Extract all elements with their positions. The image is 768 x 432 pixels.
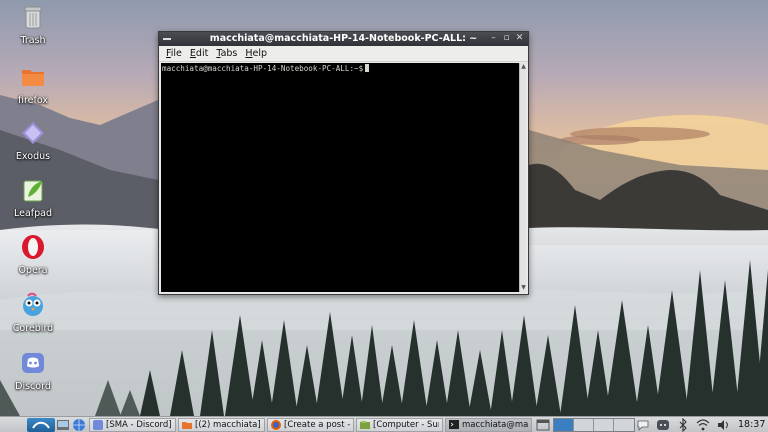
discord-icon: [22, 353, 44, 373]
volume-icon[interactable]: [716, 418, 730, 432]
desktop-icon-leafpad[interactable]: Leafpad: [3, 177, 63, 219]
desktop-icon-firefox-folder[interactable]: firefox: [3, 64, 63, 106]
taskbar-task-folder[interactable]: [(2) macchiata]: [178, 417, 265, 432]
desktop-icon-label: Opera: [18, 265, 48, 276]
terminal-window[interactable]: macchiata@macchiata-HP-14-Notebook-PC-AL…: [158, 31, 529, 295]
desktop-icon-label: firefox: [17, 95, 48, 106]
discord-tray-icon[interactable]: [656, 418, 670, 432]
menu-file-rest: ile: [170, 48, 182, 59]
terminal-menubar: File Edit Tabs Help: [159, 46, 528, 62]
file-manager-icon: [360, 420, 370, 429]
desktop-icon-opera[interactable]: Opera: [3, 234, 63, 276]
leafpad-icon: [23, 180, 43, 202]
folder-icon: [22, 70, 44, 86]
firefox-icon: [271, 419, 281, 430]
corebird-icon: [23, 292, 43, 316]
terminal-icon: [449, 419, 459, 429]
desktop-icon-label: Leafpad: [13, 208, 53, 219]
taskbar: [SMA - Discord] [(2) macchiata] [Create …: [0, 416, 768, 432]
desktop-icon-discord[interactable]: Discord: [3, 350, 63, 392]
window-titlebar[interactable]: macchiata@macchiata-HP-14-Notebook-PC-AL…: [159, 32, 528, 46]
folder-icon: [182, 421, 192, 429]
task-label: [(2) macchiata]: [195, 419, 261, 430]
terminal-output[interactable]: macchiata@macchiata-HP-14-Notebook-PC-AL…: [161, 63, 519, 292]
desktop-icon-label: Discord: [15, 381, 51, 392]
opera-icon: [22, 235, 44, 259]
task-label: [Create a post — ...: [284, 419, 350, 430]
window-menu-icon[interactable]: [163, 35, 171, 43]
workspace-pager: [553, 417, 635, 432]
terminal-cursor: [365, 64, 370, 72]
menu-tabs-rest: abs: [220, 48, 238, 59]
taskbar-task-discord[interactable]: [SMA - Discord]: [89, 417, 176, 432]
workspace-1[interactable]: [554, 418, 574, 431]
exodus-icon: [22, 122, 44, 144]
taskbar-task-firefox[interactable]: [Create a post — ...: [267, 417, 354, 432]
show-desktop-icon[interactable]: [56, 418, 70, 432]
desktop-icon-label: Exodus: [15, 151, 51, 162]
maximize-button[interactable]: ▫: [501, 33, 512, 44]
close-button[interactable]: ✕: [514, 33, 525, 44]
start-menu-button[interactable]: [27, 417, 55, 432]
menu-help-mnemonic: H: [245, 48, 253, 59]
terminal-prompt: macchiata@macchiata-HP-14-Notebook-PC-AL…: [162, 64, 364, 73]
clock[interactable]: 18:37: [735, 419, 768, 430]
workspace-3[interactable]: [594, 418, 614, 431]
scroll-up-arrow-icon[interactable]: ▲: [520, 63, 527, 71]
scroll-down-arrow-icon[interactable]: ▼: [520, 284, 527, 292]
desktop-icon-label: Trash: [20, 35, 46, 46]
terminal-scrollbar[interactable]: ▲ ▼: [519, 63, 526, 292]
desktop-icon-trash[interactable]: Trash: [3, 4, 63, 46]
minimize-button[interactable]: –: [488, 33, 499, 44]
workspace-4[interactable]: [614, 418, 634, 431]
menu-tabs[interactable]: Tabs: [212, 46, 241, 61]
wifi-icon[interactable]: [696, 418, 710, 432]
taskbar-task-terminal[interactable]: macchiata@mac...: [445, 417, 532, 432]
menu-edit-rest: dit: [195, 48, 209, 59]
system-tray: 18:37: [635, 417, 768, 432]
menu-file[interactable]: File: [162, 46, 186, 61]
desktop-icon-label: Corebird: [12, 323, 54, 334]
browser-launcher-icon[interactable]: [72, 418, 86, 432]
window-list-icon[interactable]: [536, 418, 550, 432]
taskbar-task-file-manager[interactable]: [Computer - Sum...: [356, 417, 443, 432]
menu-help[interactable]: Help: [241, 46, 271, 61]
menu-edit[interactable]: Edit: [186, 46, 212, 61]
workspace-2[interactable]: [574, 418, 594, 431]
task-label: macchiata@mac...: [462, 419, 528, 430]
lubuntu-logo-icon: [32, 421, 50, 429]
menu-help-rest: elp: [252, 48, 268, 59]
terminal-prompt-line: macchiata@macchiata-HP-14-Notebook-PC-AL…: [161, 63, 519, 74]
window-title: macchiata@macchiata-HP-14-Notebook-PC-AL…: [209, 33, 478, 44]
desktop-icon-corebird[interactable]: Corebird: [3, 292, 63, 334]
bluetooth-icon[interactable]: [676, 417, 690, 432]
discord-icon: [93, 419, 103, 430]
trash-icon: [24, 6, 42, 29]
chat-tray-icon[interactable]: [636, 418, 650, 432]
desktop-icon-exodus[interactable]: Exodus: [3, 120, 63, 162]
task-label: [Computer - Sum...: [373, 419, 439, 430]
task-label: [SMA - Discord]: [106, 419, 172, 430]
